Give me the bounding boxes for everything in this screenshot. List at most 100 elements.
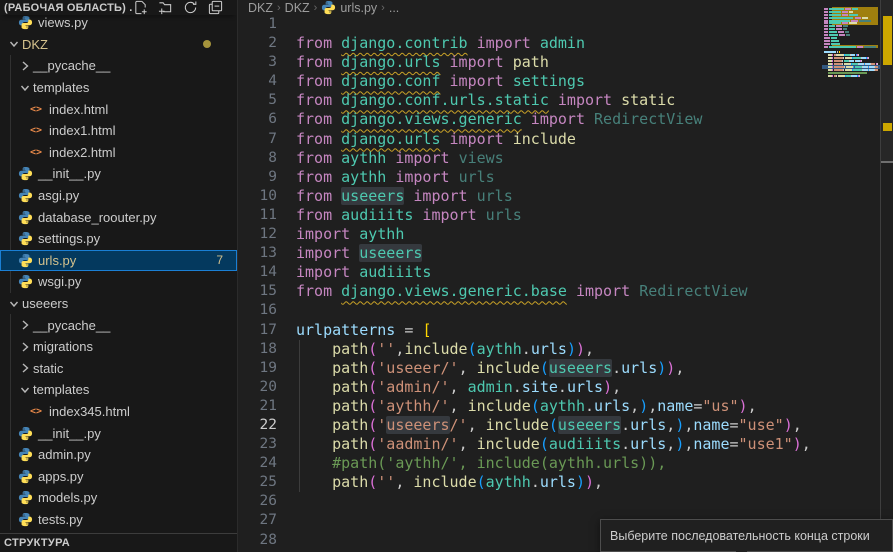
code-line[interactable]: 22 path('useeers/', include(useeers.urls… [239,416,819,435]
tree-item-templates[interactable]: templates [0,77,237,99]
outline-section-header[interactable]: СТРУКТУРА [0,533,237,552]
minimap-code-bar [824,46,828,48]
minimap-code-bar [824,11,828,13]
minimap-code-bar [846,66,853,68]
minimap-code-bar [838,75,845,77]
tree-item-templates[interactable]: templates [0,379,237,401]
tree-item-static[interactable]: static [0,358,237,380]
code-line[interactable]: 25 path('', include(aythh.urls)), [239,473,819,492]
breadcrumb-segment[interactable]: DKZ [248,1,273,15]
minimap-code-bar [862,17,868,19]
code-line[interactable]: 3from django.urls import path [239,53,819,72]
tree-item-index-html[interactable]: <>index.html [0,98,237,120]
minimap-code-bar [837,54,844,56]
overview-ruler-scrollbar[interactable] [880,0,893,552]
tree-item-database-roouter-py[interactable]: database_roouter.py [0,206,237,228]
tree-item--pycache-[interactable]: __pycache__ [0,314,237,336]
minimap-code-bar [844,63,851,65]
code-line[interactable]: 13import useeers [239,244,819,263]
code-line[interactable]: 21 path('aythh/', include(aythh.urls,),n… [239,397,819,416]
minimap-code-bar [838,31,844,33]
tree-item--init-py[interactable]: __init__.py [0,163,237,185]
line-number: 14 [239,263,277,282]
breadcrumb-segment[interactable]: DKZ [285,1,310,15]
line-number: 23 [239,435,277,454]
code-line[interactable]: 2from django.contrib import admin [239,34,819,53]
code-line[interactable]: 19 path('useeer/', include(useeers.urls)… [239,359,819,378]
code-line[interactable]: 23 path('aadmin/', include(audiiits.urls… [239,435,819,454]
code-line[interactable]: 8from aythh import views [239,149,819,168]
line-number: 28 [239,531,277,550]
tree-item-tests-py[interactable]: tests.py [0,509,237,531]
tree-item-index1-html[interactable]: <>index1.html [0,120,237,142]
code-line[interactable]: 7from django.urls import include [239,130,819,149]
python-icon [18,490,33,505]
code-area[interactable]: 12from django.contrib import admin3from … [239,15,819,550]
tree-item--pycache-[interactable]: __pycache__ [0,55,237,77]
tree-item-settings-py[interactable]: settings.py [0,228,237,250]
tree-item-migrations[interactable]: migrations [0,336,237,358]
code-line[interactable]: 15from django.views.generic.base import … [239,282,819,301]
python-icon [18,166,33,181]
code-line[interactable]: 11from audiiits import urls [239,206,819,225]
minimap-code-bar [842,63,843,65]
breadcrumb-segment[interactable]: urls.py [321,0,377,15]
minimap-code-bar [853,69,861,71]
tree-item-label: admin.py [38,447,91,462]
minimap-code-bar [829,14,841,16]
minimap-code-bar [877,63,878,65]
tree-item-label: views.py [38,15,88,30]
code-line[interactable]: 26 [239,492,819,511]
statusbar-tooltip: Выберите последовательность конца строки [600,519,893,552]
tree-item-admin-py[interactable]: admin.py [0,444,237,466]
code-line[interactable]: 20 path('admin/', admin.site.urls), [239,378,819,397]
tree-item-index345-html[interactable]: <>index345.html [0,401,237,423]
code-line[interactable]: 24 #path('aythh/', include(aythh.urls)), [239,454,819,473]
minimap-code-bar [834,60,842,62]
workspace-title: (РАБОЧАЯ ОБЛАСТЬ) ... [4,2,132,14]
tree-item-urls-py[interactable]: urls.py7 [0,250,237,272]
code-line[interactable]: 12import aythh [239,225,819,244]
chevron-down-icon [18,383,32,397]
minimap-code-bar [835,66,842,68]
code-line[interactable]: 5from django.conf.urls.static import sta… [239,91,819,110]
tree-item-asgi-py[interactable]: asgi.py [0,185,237,207]
refresh-icon[interactable] [182,0,198,16]
collapse-all-icon[interactable] [207,0,223,16]
tree-item-label: __pycache__ [33,318,110,333]
breadcrumb-separator-icon: › [380,2,386,14]
tree-item-wsgi-py[interactable]: wsgi.py [0,271,237,293]
code-line[interactable]: 14import audiiits [239,263,819,282]
code-line[interactable]: 16 [239,301,819,320]
new-folder-icon[interactable] [157,0,173,16]
tree-item-dkz[interactable]: DKZ [0,34,237,56]
chevron-down-icon [7,37,21,51]
minimap[interactable] [822,0,880,552]
tree-item-index2-html[interactable]: <>index2.html [0,142,237,164]
minimap-code-bar [855,17,861,19]
code-line[interactable]: 18 path('',include(aythh.urls)), [239,340,819,359]
explorer-section-header[interactable]: (РАБОЧАЯ ОБЛАСТЬ) ... [0,0,237,15]
code-line[interactable]: 17urlpatterns = [ [239,321,819,340]
tree-item-apps-py[interactable]: apps.py [0,465,237,487]
minimap-code-bar [824,37,830,39]
breadcrumb-segment[interactable]: ... [389,1,399,15]
new-file-icon[interactable] [132,0,148,16]
code-line[interactable]: 6from django.views.generic import Redire… [239,110,819,129]
tree-item-label: models.py [38,490,97,505]
minimap-code-bar [853,57,860,59]
tree-item-models-py[interactable]: models.py [0,487,237,509]
code-line[interactable]: 10from useeers import urls [239,187,819,206]
code-line[interactable]: 1 [239,15,819,34]
minimap-code-bar [824,25,828,27]
code-line[interactable]: 4from django.conf import settings [239,72,819,91]
code-line[interactable]: 9from aythh import urls [239,168,819,187]
chevron-right-icon [18,318,32,332]
minimap-code-bar [824,22,828,24]
tree-item-useeers[interactable]: useeers [0,293,237,315]
python-icon [18,469,33,484]
minimap-code-bar [824,20,828,22]
tree-item-label: __init__.py [38,166,101,181]
minimap-code-bar [824,14,828,16]
tree-item--init-py[interactable]: __init__.py [0,422,237,444]
